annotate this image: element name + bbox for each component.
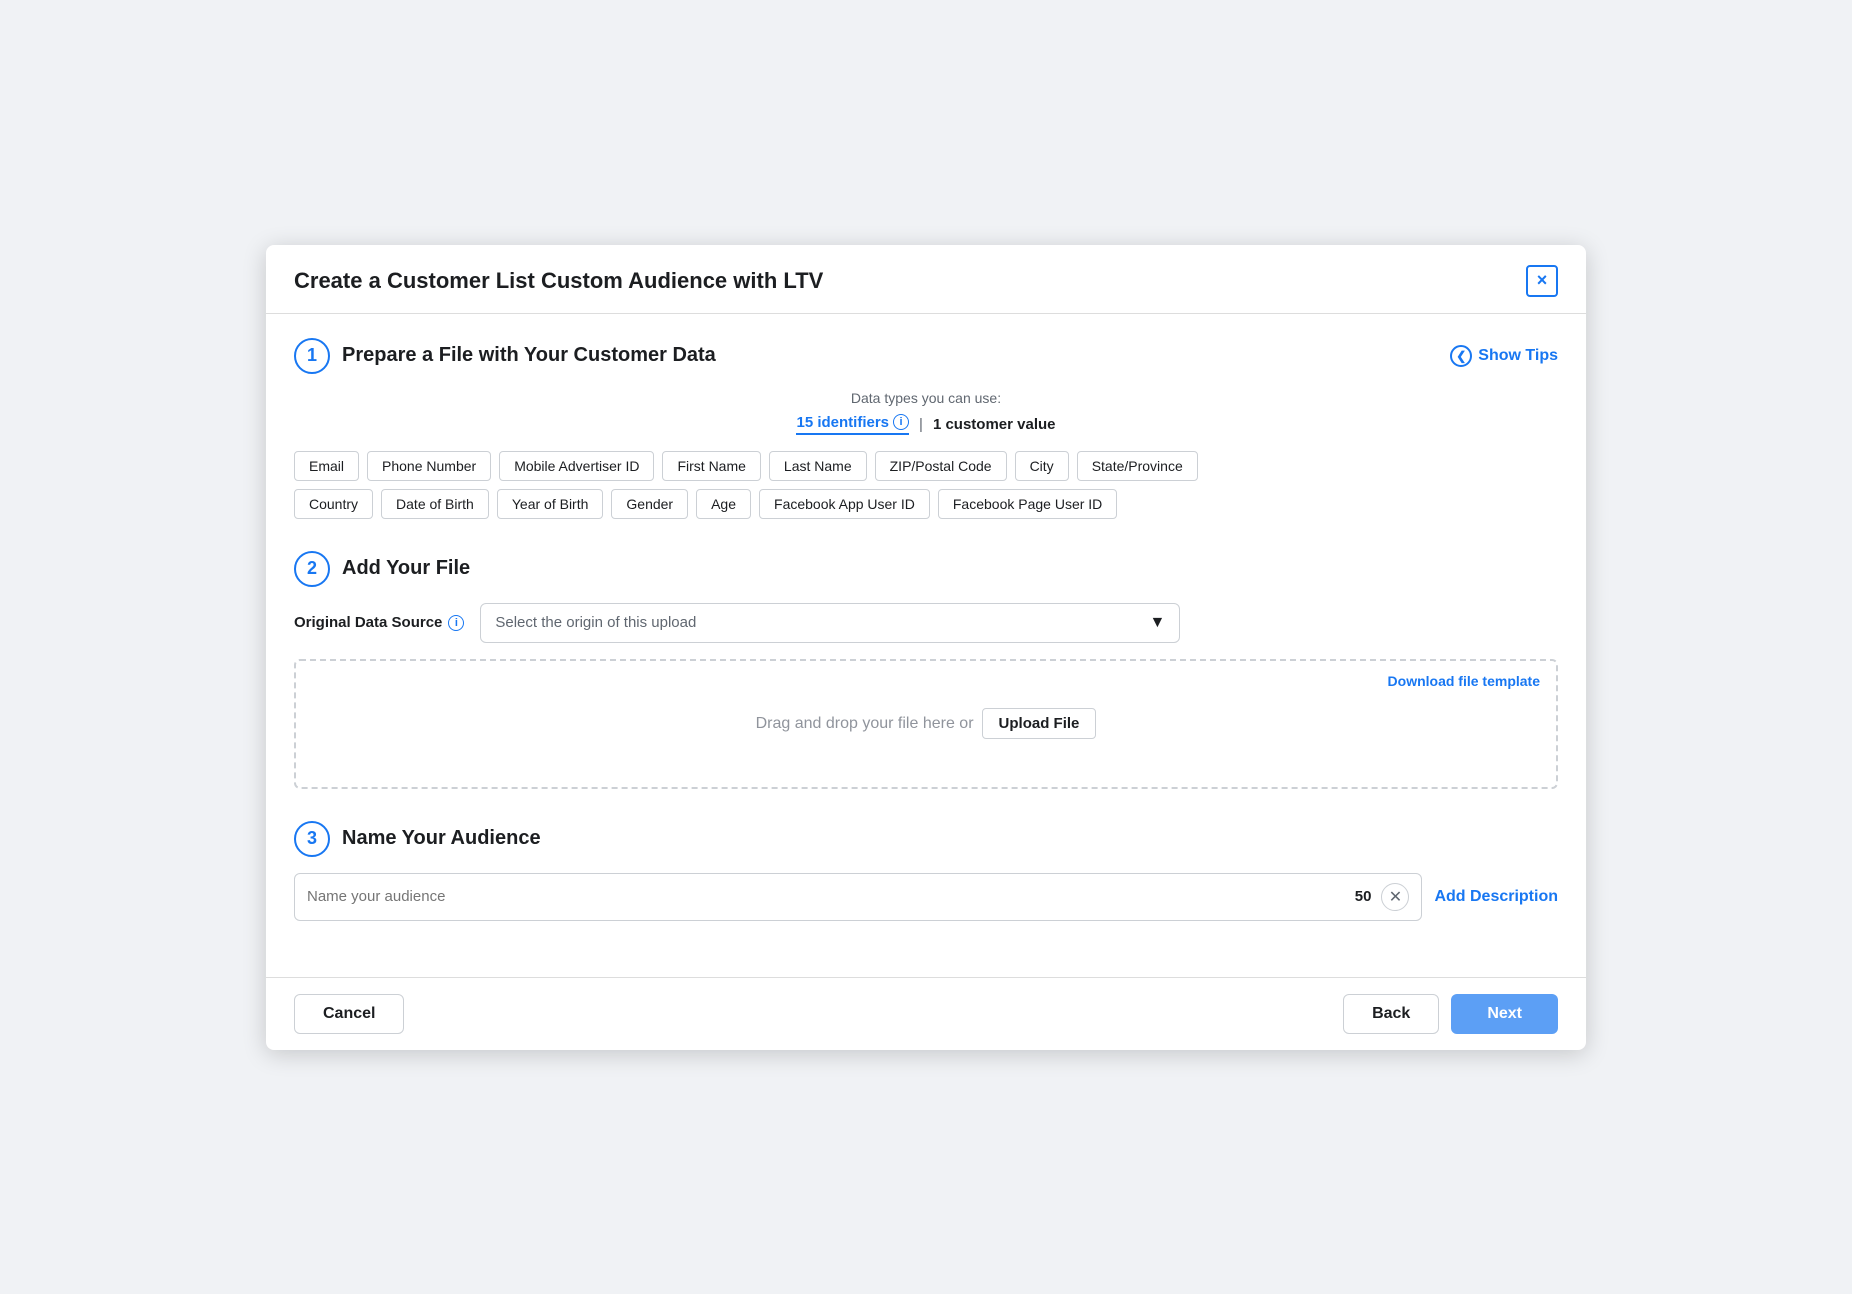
- tags-row-2: Country Date of Birth Year of Birth Gend…: [294, 489, 1558, 519]
- tag-mobile-advertiser-id: Mobile Advertiser ID: [499, 451, 654, 481]
- section-2: 2 Add Your File Original Data Source i S…: [294, 551, 1558, 789]
- tag-email: Email: [294, 451, 359, 481]
- char-count: 50: [1355, 888, 1372, 905]
- original-source-label: Original Data Source i: [294, 614, 464, 631]
- tag-yob: Year of Birth: [497, 489, 604, 519]
- back-button[interactable]: Back: [1343, 994, 1439, 1034]
- tag-age: Age: [696, 489, 751, 519]
- tag-city: City: [1015, 451, 1069, 481]
- section-2-header: 2 Add Your File: [294, 551, 1558, 587]
- modal-footer: Cancel Back Next: [266, 977, 1586, 1050]
- origin-select[interactable]: Select the origin of this upload ▼: [480, 603, 1180, 643]
- original-source-row: Original Data Source i Select the origin…: [294, 603, 1558, 643]
- tab-customer-value[interactable]: 1 customer value: [933, 416, 1056, 433]
- footer-right: Back Next: [1343, 994, 1558, 1034]
- section-3-title: Name Your Audience: [342, 827, 541, 850]
- show-tips-button[interactable]: ❮ Show Tips: [1450, 345, 1558, 367]
- dropdown-arrow-icon: ▼: [1150, 614, 1166, 632]
- name-input-wrapper: 50 ✕: [294, 873, 1422, 921]
- upload-hint: Drag and drop your file here or Upload F…: [756, 708, 1097, 739]
- show-tips-icon: ❮: [1450, 345, 1472, 367]
- tag-country: Country: [294, 489, 373, 519]
- close-button[interactable]: ×: [1526, 265, 1558, 297]
- show-tips-label: Show Tips: [1478, 347, 1558, 365]
- section-2-title: Add Your File: [342, 557, 470, 580]
- tab-separator: |: [919, 416, 923, 433]
- tag-first-name: First Name: [662, 451, 760, 481]
- audience-name-row: 50 ✕ Add Description: [294, 873, 1558, 921]
- tag-last-name: Last Name: [769, 451, 867, 481]
- modal-body: 1 Prepare a File with Your Customer Data…: [266, 314, 1586, 977]
- modal-title: Create a Customer List Custom Audience w…: [294, 268, 823, 294]
- tag-phone: Phone Number: [367, 451, 491, 481]
- clear-input-button[interactable]: ✕: [1381, 883, 1409, 911]
- step-circle-1: 1: [294, 338, 330, 374]
- step-circle-2: 2: [294, 551, 330, 587]
- origin-select-placeholder: Select the origin of this upload: [495, 614, 696, 631]
- download-template-link[interactable]: Download file template: [1388, 673, 1540, 689]
- modal-header: Create a Customer List Custom Audience w…: [266, 245, 1586, 314]
- tag-dob: Date of Birth: [381, 489, 489, 519]
- data-types-label: Data types you can use:: [294, 390, 1558, 406]
- tabs-row: 15 identifiers i | 1 customer value: [294, 414, 1558, 435]
- tab-identifiers[interactable]: 15 identifiers i: [796, 414, 909, 435]
- upload-file-button[interactable]: Upload File: [982, 708, 1097, 739]
- cancel-button[interactable]: Cancel: [294, 994, 404, 1034]
- tag-state: State/Province: [1077, 451, 1198, 481]
- section-1: 1 Prepare a File with Your Customer Data…: [294, 338, 1558, 519]
- tags-row-1: Email Phone Number Mobile Advertiser ID …: [294, 451, 1558, 481]
- modal-container: Create a Customer List Custom Audience w…: [266, 245, 1586, 1050]
- original-source-info-icon[interactable]: i: [448, 615, 464, 631]
- section-3: 3 Name Your Audience 50 ✕ Add Descriptio…: [294, 821, 1558, 921]
- tag-fb-page-user-id: Facebook Page User ID: [938, 489, 1117, 519]
- identifiers-info-icon[interactable]: i: [893, 414, 909, 430]
- section-1-header: 1 Prepare a File with Your Customer Data…: [294, 338, 1558, 374]
- section-3-header: 3 Name Your Audience: [294, 821, 1558, 857]
- next-button[interactable]: Next: [1451, 994, 1558, 1034]
- tag-zip: ZIP/Postal Code: [875, 451, 1007, 481]
- upload-area[interactable]: Download file template Drag and drop you…: [294, 659, 1558, 789]
- tag-fb-app-user-id: Facebook App User ID: [759, 489, 930, 519]
- audience-name-input[interactable]: [307, 888, 1355, 905]
- step-circle-3: 3: [294, 821, 330, 857]
- section-1-title: Prepare a File with Your Customer Data: [342, 344, 716, 367]
- tag-gender: Gender: [611, 489, 688, 519]
- add-description-button[interactable]: Add Description: [1434, 888, 1558, 906]
